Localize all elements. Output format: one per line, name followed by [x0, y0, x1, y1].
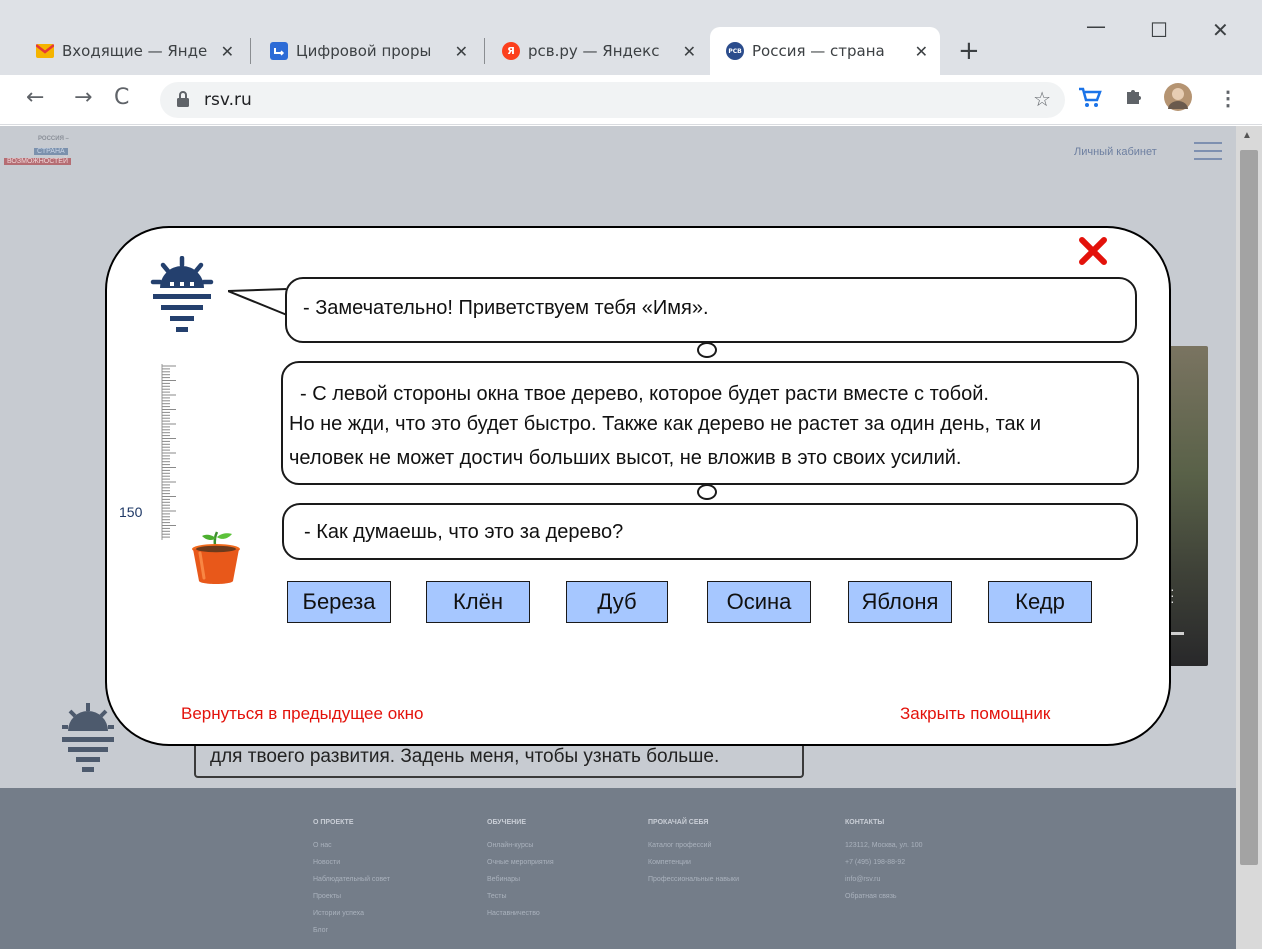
footer-link[interactable]: Наблюдательный совет: [313, 871, 390, 888]
footer-link[interactable]: +7 (495) 198-88-92: [845, 854, 923, 871]
extensions-puzzle-icon[interactable]: [1124, 86, 1144, 112]
scroll-up-arrow-icon[interactable]: ▲: [1242, 130, 1252, 141]
close-assistant-link[interactable]: Закрыть помощник: [900, 704, 1050, 724]
back-link[interactable]: Вернуться в предыдущее окно: [181, 704, 423, 724]
new-tab-button[interactable]: +: [958, 36, 980, 66]
option-button-osina[interactable]: Осина: [707, 581, 811, 623]
footer-link[interactable]: Тесты: [487, 888, 554, 905]
yandex-mail-icon: [36, 42, 54, 60]
tab-yandex-search[interactable]: Я рсв.ру — Яндекс ✕: [486, 27, 708, 75]
ruler-label: 150: [119, 504, 143, 520]
helper-lighthouse-icon: [150, 256, 214, 332]
hamburger-menu-icon[interactable]: [1194, 142, 1222, 160]
message-text: - Как думаешь, что это за дерево?: [304, 521, 624, 543]
bubble-tail: [228, 287, 290, 317]
option-button-bereza[interactable]: Береза: [287, 581, 391, 623]
footer-link[interactable]: Новости: [313, 854, 390, 871]
footer-link[interactable]: Блог: [313, 922, 390, 939]
footer-link[interactable]: О нас: [313, 837, 390, 854]
option-button-dub[interactable]: Дуб: [566, 581, 668, 623]
site-logo[interactable]: РОССИЯ – СТРАНА ВОЗМОЖНОСТЕЙ: [2, 134, 106, 172]
logo-line: РОССИЯ –: [38, 136, 69, 142]
message-text: - Замечательно! Приветствуем тебя «Имя».: [303, 297, 709, 319]
forward-arrow-icon[interactable]: →: [74, 85, 92, 110]
footer-link[interactable]: Профессиональные навыки: [648, 871, 739, 888]
growth-ruler: [161, 364, 176, 540]
footer-column-self: ПРОКАЧАЙ СЕБЯ Каталог профессий Компетен…: [648, 814, 739, 888]
close-window-icon[interactable]: ✕: [1212, 18, 1229, 42]
tab-separator: [484, 38, 485, 64]
background-helper-icon: [62, 703, 114, 772]
footer-heading: ПРОКАЧАЙ СЕБЯ: [648, 819, 709, 826]
footer-link[interactable]: Онлайн-курсы: [487, 837, 554, 854]
close-dialog-icon[interactable]: [1076, 234, 1110, 268]
tab-close-icon[interactable]: ✕: [683, 42, 696, 61]
plant-pot-icon: [192, 531, 240, 584]
tab-inbox[interactable]: Входящие — Янде ✕: [20, 27, 246, 75]
tab-digital[interactable]: Цифровой проры ✕: [254, 27, 480, 75]
footer-column-learning: ОБУЧЕНИЕ Онлайн-курсы Очные мероприятия …: [487, 814, 554, 922]
tab-close-icon[interactable]: ✕: [915, 42, 928, 61]
tab-title: Цифровой проры: [296, 42, 432, 60]
option-button-kedr[interactable]: Кедр: [988, 581, 1092, 623]
tab-app-icon: [270, 42, 288, 60]
lock-icon: [177, 91, 189, 107]
tab-strip: Входящие — Янде ✕ Цифровой проры ✕ Я рсв…: [0, 0, 1262, 75]
footer-link[interactable]: Истории успеха: [313, 905, 390, 922]
cart-extension-icon[interactable]: [1078, 86, 1102, 114]
back-arrow-icon[interactable]: ←: [26, 85, 44, 110]
message-text: - С левой стороны окна твое дерево, кото…: [300, 383, 989, 405]
footer-link[interactable]: Проекты: [313, 888, 390, 905]
site-footer: О ПРОЕКТЕ О нас Новости Наблюдательный с…: [0, 788, 1236, 949]
option-button-yablonya[interactable]: Яблоня: [848, 581, 952, 623]
footer-column-contacts: КОНТАКТЫ 123112, Москва, ул. 100 +7 (495…: [845, 814, 923, 905]
tab-rsv-active[interactable]: РСВ Россия — страна ✕: [710, 27, 940, 75]
footer-link[interactable]: Каталог профессий: [648, 837, 739, 854]
bubble-connector: [697, 484, 717, 500]
message-text: человек не может достич больших высот, н…: [289, 447, 962, 469]
yandex-icon: Я: [502, 42, 520, 60]
tab-close-icon[interactable]: ✕: [455, 42, 468, 61]
tab-close-icon[interactable]: ✕: [221, 42, 234, 61]
tab-title: Россия — страна: [752, 42, 885, 60]
footer-link[interactable]: Компетенции: [648, 854, 739, 871]
footer-heading: КОНТАКТЫ: [845, 819, 885, 826]
reload-icon[interactable]: C: [114, 85, 129, 110]
minimize-icon[interactable]: —: [1086, 14, 1106, 38]
url-text: rsv.ru: [204, 90, 252, 110]
background-bubble-text: для твоего развития. Задень меня, чтобы …: [210, 746, 720, 767]
logo-line: СТРАНА: [34, 148, 68, 155]
footer-link: 123112, Москва, ул. 100: [845, 842, 923, 849]
footer-link[interactable]: Обратная связь: [845, 888, 923, 905]
footer-heading: О ПРОЕКТЕ: [313, 819, 354, 826]
personal-cabinet-link[interactable]: Личный кабинет: [1074, 146, 1157, 158]
footer-link[interactable]: Наставничество: [487, 905, 554, 922]
address-bar[interactable]: rsv.ru ☆: [160, 82, 1065, 118]
bookmark-star-icon[interactable]: ☆: [1033, 87, 1051, 112]
footer-link[interactable]: Вебинары: [487, 871, 554, 888]
logo-line: ВОЗМОЖНОСТЕЙ: [4, 158, 71, 165]
rsv-icon: РСВ: [726, 42, 744, 60]
tab-title: Входящие — Янде: [62, 42, 208, 60]
browser-menu-icon[interactable]: ⋮: [1218, 86, 1238, 111]
tab-separator: [250, 38, 251, 64]
message-text: Но не жди, что это будет быстро. Также к…: [289, 413, 1042, 435]
option-button-klen[interactable]: Клён: [426, 581, 530, 623]
browser-toolbar: ← → C rsv.ru ☆ ⋮: [0, 75, 1262, 125]
scrollbar-thumb[interactable]: [1240, 150, 1258, 865]
footer-link[interactable]: info@rsv.ru: [845, 871, 923, 888]
maximize-icon[interactable]: ☐: [1150, 18, 1168, 42]
tab-title: рсв.ру — Яндекс: [528, 42, 660, 60]
bubble-connector: [697, 342, 717, 358]
footer-heading: ОБУЧЕНИЕ: [487, 819, 526, 826]
profile-avatar[interactable]: [1164, 83, 1192, 117]
footer-link[interactable]: Очные мероприятия: [487, 854, 554, 871]
footer-column-about: О ПРОЕКТЕ О нас Новости Наблюдательный с…: [313, 814, 390, 939]
